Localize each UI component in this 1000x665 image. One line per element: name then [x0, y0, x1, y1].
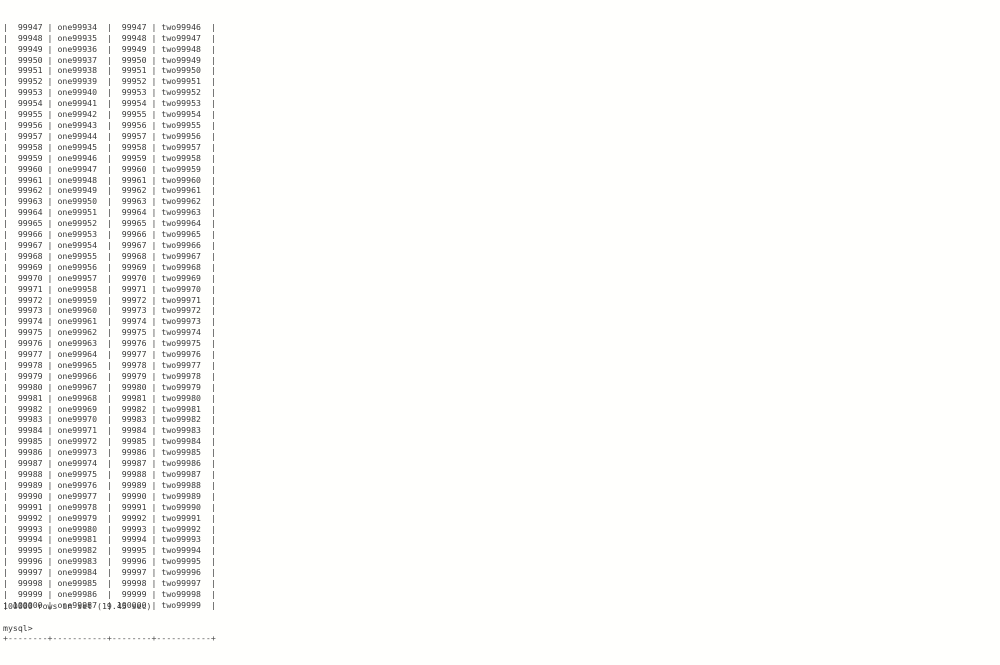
table-rows-container: | 99947 | one99934 | 99947 | two99946 | |… — [3, 22, 216, 611]
table-row: | 99970 | one99957 | 99970 | two99969 | — [3, 272, 216, 283]
table-row: | 99957 | one99944 | 99957 | two99956 | — [3, 130, 216, 141]
table-row: | 99980 | one99967 | 99980 | two99979 | — [3, 381, 216, 392]
table-row: | 99961 | one99948 | 99961 | two99960 | — [3, 174, 216, 185]
table-row: | 99965 | one99952 | 99965 | two99964 | — [3, 218, 216, 229]
table-row: | 99972 | one99959 | 99972 | two99971 | — [3, 294, 216, 305]
table-row: | 99984 | one99971 | 99984 | two99983 | — [3, 425, 216, 436]
table-row: | 99978 | one99965 | 99978 | two99977 | — [3, 359, 216, 370]
table-row: | 99973 | one99960 | 99973 | two99972 | — [3, 305, 216, 316]
table-row: | 99951 | one99938 | 99951 | two99950 | — [3, 65, 216, 76]
table-row: | 99999 | one99986 | 99999 | two99998 | — [3, 588, 216, 599]
table-row: | 99977 | one99964 | 99977 | two99976 | — [3, 349, 216, 360]
table-row: | 99989 | one99976 | 99989 | two99988 | — [3, 479, 216, 490]
table-row: | 99958 | one99945 | 99958 | two99957 | — [3, 141, 216, 152]
table-row: | 99995 | one99982 | 99995 | two99994 | — [3, 545, 216, 556]
table-row: | 99948 | one99935 | 99948 | two99947 | — [3, 32, 216, 43]
table-row: | 99998 | one99985 | 99998 | two99997 | — [3, 578, 216, 589]
table-bottom-border: +--------+-----------+--------+---------… — [3, 632, 216, 643]
table-row: | 99991 | one99978 | 99991 | two99990 | — [3, 501, 216, 512]
table-row: | 99987 | one99974 | 99987 | two99986 | — [3, 458, 216, 469]
table-row: | 99986 | one99973 | 99986 | two99985 | — [3, 447, 216, 458]
table-row: | 99956 | one99943 | 99956 | two99955 | — [3, 120, 216, 130]
table-row: | 99954 | one99941 | 99954 | two99953 | — [3, 98, 216, 109]
table-row: | 99975 | one99962 | 99975 | two99974 | — [3, 327, 216, 338]
table-row: | 99960 | one99947 | 99960 | two99959 | — [3, 163, 216, 174]
table-row: | 99953 | one99940 | 99953 | two99952 | — [3, 87, 216, 98]
table-row: | 99966 | one99953 | 99966 | two99965 | — [3, 229, 216, 240]
table-row: | 99982 | one99969 | 99982 | two99981 | — [3, 403, 216, 414]
table-row: | 99967 | one99954 | 99967 | two99966 | — [3, 239, 216, 250]
table-row: | 99947 | one99934 | 99947 | two99946 | — [3, 21, 216, 32]
table-row: | 99990 | one99977 | 99990 | two99989 | — [3, 490, 216, 501]
table-row: | 99955 | one99942 | 99955 | two99954 | — [3, 109, 216, 120]
table-row: | 99993 | one99980 | 99993 | two99992 | — [3, 523, 216, 534]
table-row: | 99974 | one99961 | 99974 | two99973 | — [3, 316, 216, 327]
table-row: | 99994 | one99981 | 99994 | two99993 | — [3, 534, 216, 545]
table-row: | 99976 | one99963 | 99976 | two99975 | — [3, 338, 216, 349]
table-row: | 99962 | one99949 | 99962 | two99961 | — [3, 185, 216, 196]
table-row: | 99996 | one99983 | 99996 | two99995 | — [3, 556, 216, 567]
table-row: | 99950 | one99937 | 99950 | two99949 | — [3, 54, 216, 65]
table-row: | 99981 | one99968 | 99981 | two99980 | — [3, 392, 216, 403]
result-table: | 99947 | one99934 | 99947 | two99946 | |… — [3, 0, 216, 665]
table-row: | 99949 | one99936 | 99949 | two99948 | — [3, 43, 216, 54]
terminal-output: | 99947 | one99934 | 99947 | two99946 | |… — [0, 0, 1000, 643]
table-row: | 99971 | one99958 | 99971 | two99970 | — [3, 283, 216, 294]
table-row: | 99952 | one99939 | 99952 | two99951 | — [3, 76, 216, 87]
table-row: | 99968 | one99955 | 99968 | two99967 | — [3, 250, 216, 261]
table-row: | 99959 | one99946 | 99959 | two99958 | — [3, 152, 216, 163]
result-summary: 100000 rows in set (19.45 sec) — [3, 601, 152, 611]
mysql-prompt: mysql> — [3, 623, 33, 633]
table-row: | 99979 | one99966 | 99979 | two99978 | — [3, 370, 216, 381]
table-row: | 99963 | one99950 | 99963 | two99962 | — [3, 196, 216, 207]
table-row: | 99985 | one99972 | 99985 | two99984 | — [3, 436, 216, 447]
table-row: | 99969 | one99956 | 99969 | two99968 | — [3, 261, 216, 272]
table-row: | 99992 | one99979 | 99992 | two99991 | — [3, 512, 216, 523]
table-row: | 99997 | one99984 | 99997 | two99996 | — [3, 567, 216, 578]
table-row: | 99964 | one99951 | 99964 | two99963 | — [3, 207, 216, 218]
table-row: | 99988 | one99975 | 99988 | two99987 | — [3, 469, 216, 479]
table-row: | 99983 | one99970 | 99983 | two99982 | — [3, 414, 216, 425]
